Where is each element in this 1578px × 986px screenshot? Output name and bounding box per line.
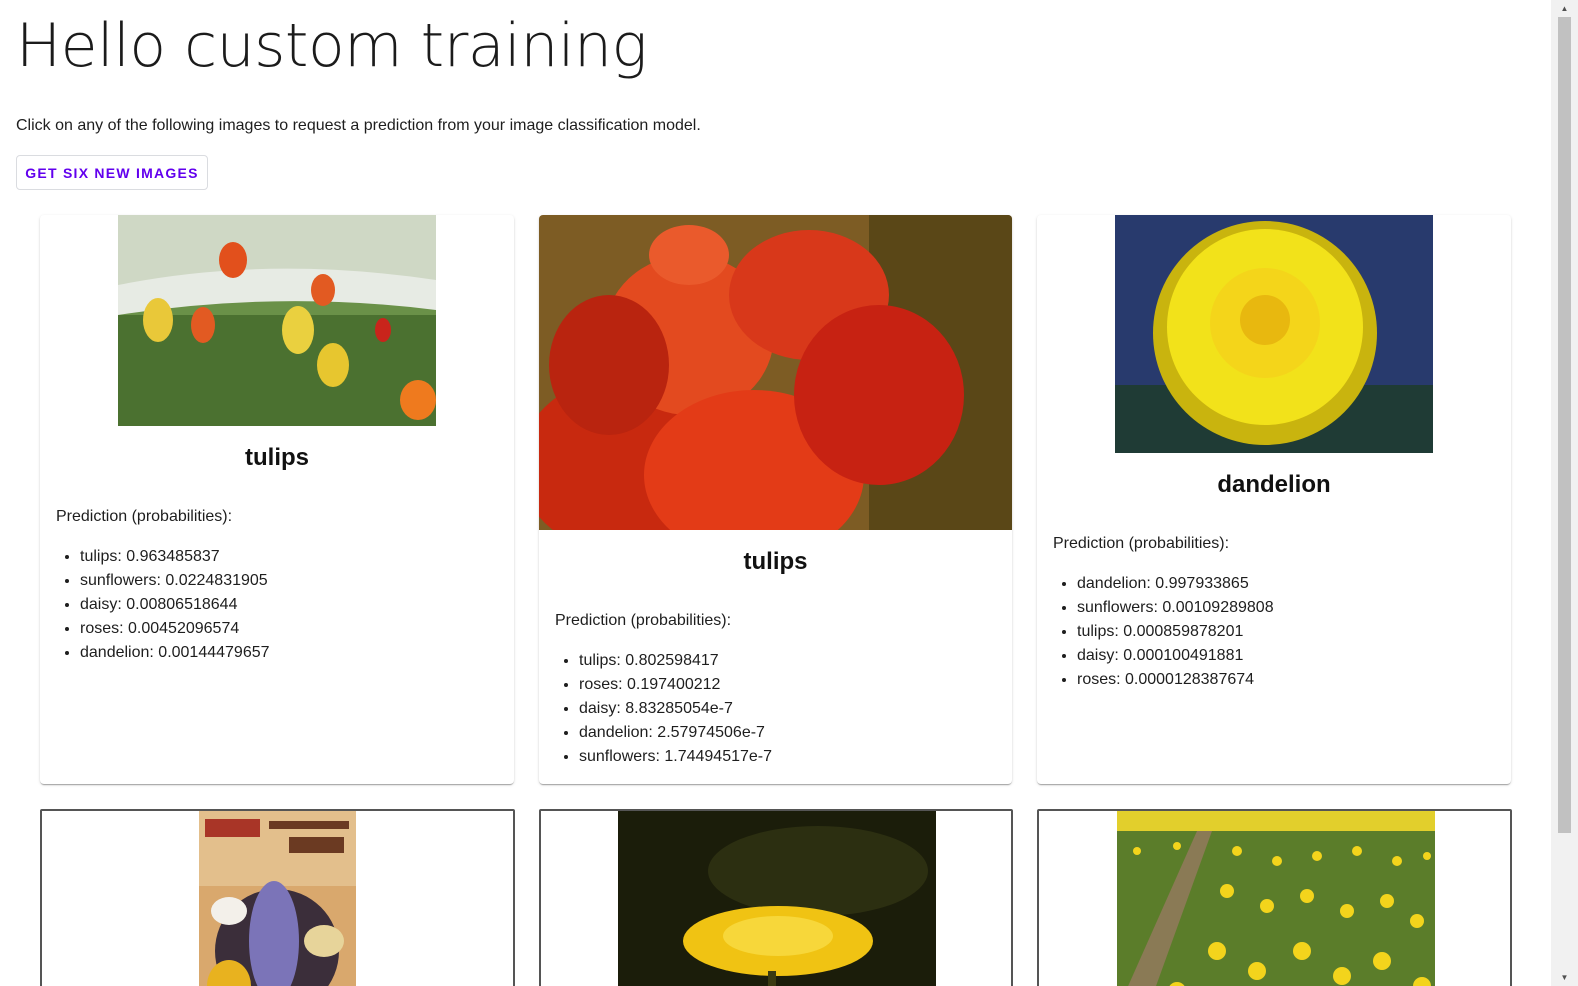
probability-item: tulips: 0.963485837: [80, 545, 270, 569]
get-new-images-button[interactable]: GET SIX NEW IMAGES: [16, 155, 208, 190]
probability-item: daisy: 0.00806518644: [80, 593, 270, 617]
probability-item: dandelion: 0.997933865: [1077, 572, 1274, 596]
prediction-title: Prediction (probabilities):: [555, 612, 732, 629]
prediction-card-3: dandelion Prediction (probabilities): da…: [1037, 215, 1511, 784]
probability-item: dandelion: 0.00144479657: [80, 641, 270, 665]
probability-list: tulips: 0.963485837 sunflowers: 0.022483…: [56, 545, 270, 665]
page: Hello custom training Click on any of th…: [0, 0, 1551, 986]
prediction-title: Prediction (probabilities):: [1053, 535, 1230, 552]
probability-item: daisy: 0.000100491881: [1077, 644, 1274, 668]
probability-item: dandelion: 2.57974506e-7: [579, 721, 772, 745]
probability-item: sunflowers: 0.00109289808: [1077, 596, 1274, 620]
prediction-card-2: tulips Prediction (probabilities): tulip…: [539, 215, 1012, 784]
probability-item: sunflowers: 1.74494517e-7: [579, 745, 772, 769]
probability-item: roses: 0.0000128387674: [1077, 668, 1274, 692]
tulip-field-image[interactable]: [1117, 811, 1435, 986]
card-label: tulips: [743, 548, 808, 575]
vertical-scrollbar[interactable]: ▲ ▼: [1551, 0, 1578, 986]
probability-item: roses: 0.00452096574: [80, 617, 270, 641]
card-label: tulips: [245, 444, 309, 471]
probability-item: tulips: 0.000859878201: [1077, 620, 1274, 644]
image-card-4: [40, 809, 515, 986]
scroll-down-arrow-icon[interactable]: ▼: [1551, 969, 1578, 986]
scroll-up-arrow-icon[interactable]: ▲: [1551, 0, 1578, 17]
probability-list: dandelion: 0.997933865 sunflowers: 0.001…: [1053, 572, 1274, 692]
scrollbar-thumb[interactable]: [1558, 17, 1571, 833]
image-card-6: [1037, 809, 1512, 986]
red-tulips-image[interactable]: [539, 215, 1012, 560]
bulbs-catalog-image[interactable]: [199, 811, 356, 986]
card-label: dandelion: [1217, 471, 1331, 498]
probability-item: roses: 0.197400212: [579, 673, 772, 697]
probability-list: tulips: 0.802598417 roses: 0.197400212 d…: [555, 649, 772, 769]
image-card-5: [539, 809, 1013, 986]
dandelion-image[interactable]: [1115, 215, 1433, 453]
intro-text: Click on any of the following images to …: [16, 117, 701, 134]
probability-item: tulips: 0.802598417: [579, 649, 772, 673]
tulip-garden-image[interactable]: [118, 215, 436, 426]
dandelion-dark-image[interactable]: [618, 811, 936, 986]
prediction-card-1: tulips Prediction (probabilities): tulip…: [40, 215, 514, 784]
page-title: Hello custom training: [16, 11, 648, 81]
probability-item: sunflowers: 0.0224831905: [80, 569, 270, 593]
probability-item: daisy: 8.83285054e-7: [579, 697, 772, 721]
prediction-title: Prediction (probabilities):: [56, 508, 233, 525]
